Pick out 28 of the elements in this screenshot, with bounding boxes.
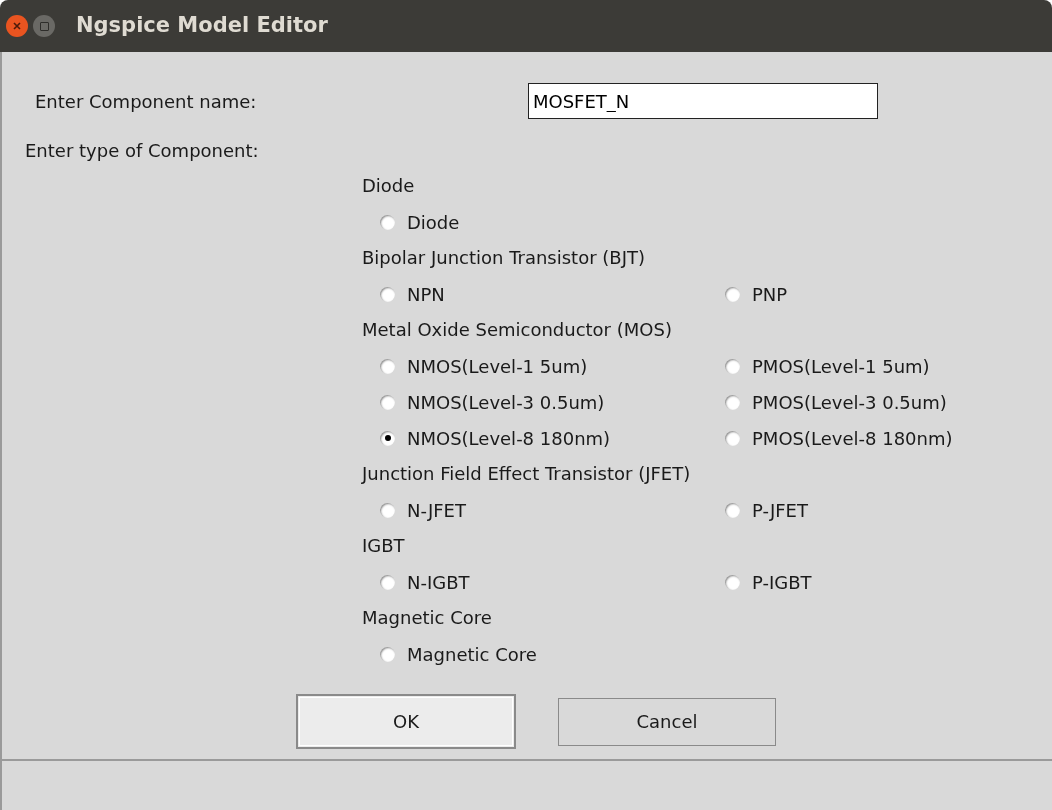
group-heading: IGBT (362, 534, 405, 558)
radio-option[interactable]: PMOS(Level-1 5um) (725, 348, 934, 384)
radio-option[interactable]: NPN (380, 276, 449, 312)
window-title: Ngspice Model Editor (76, 12, 328, 40)
maximize-icon[interactable] (33, 15, 55, 37)
radio-option[interactable]: Diode (380, 204, 464, 240)
group-heading: Magnetic Core (362, 606, 492, 630)
component-type-label: Enter type of Component: (25, 139, 260, 163)
radio-option[interactable]: N-IGBT (380, 564, 474, 600)
component-name-field[interactable]: MOSFET_N (528, 83, 878, 119)
cancel-button[interactable]: Cancel (558, 697, 776, 746)
radio-option[interactable]: P-IGBT (725, 564, 816, 600)
radio-option[interactable]: N-JFET (380, 492, 470, 528)
component-name-label: Enter Component name: (35, 89, 258, 114)
ok-button[interactable]: OK (296, 694, 516, 749)
radio-option[interactable]: NMOS(Level-3 0.5um) (380, 384, 609, 420)
radio-option[interactable]: PMOS(Level-3 0.5um) (725, 384, 951, 420)
radio-option[interactable]: P-JFET (725, 492, 812, 528)
group-heading: Metal Oxide Semiconductor (MOS) (362, 318, 672, 342)
radio-option[interactable]: PNP (725, 276, 792, 312)
radio-option[interactable]: PMOS(Level-8 180nm) (725, 420, 957, 456)
group-heading: Junction Field Effect Transistor (JFET) (362, 462, 691, 486)
radio-option[interactable]: Magnetic Core (380, 636, 541, 672)
close-icon[interactable] (6, 15, 28, 37)
group-heading: Bipolar Junction Transistor (BJT) (362, 246, 645, 270)
radio-option[interactable]: NMOS(Level-8 180nm) (380, 420, 615, 456)
group-heading: Diode (362, 174, 415, 198)
radio-option[interactable]: NMOS(Level-1 5um) (380, 348, 592, 384)
